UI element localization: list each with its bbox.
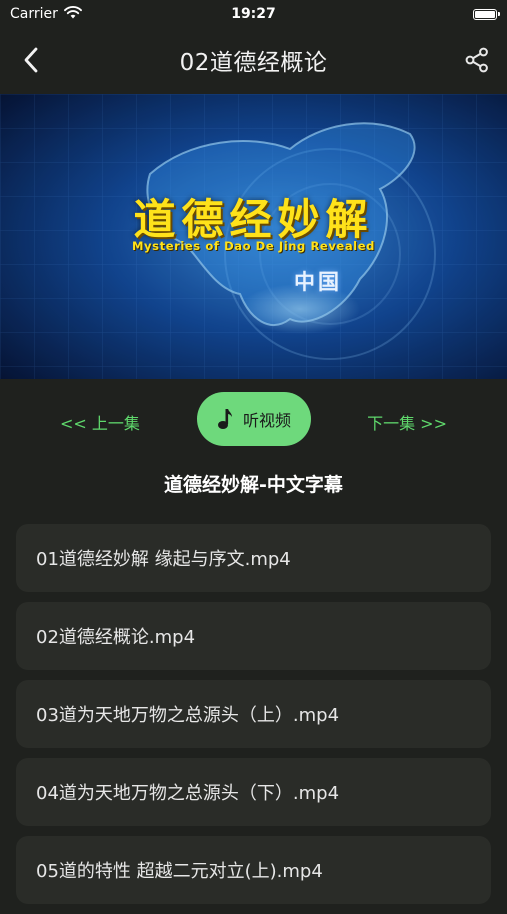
list-item[interactable]: 01道德经妙解 缘起与序文.mp4: [16, 524, 491, 592]
wifi-icon: [63, 5, 82, 23]
list-item[interactable]: 02道德经概论.mp4: [16, 602, 491, 670]
video-title-overlay: 道德经妙解: [133, 195, 374, 244]
video-subtitle-overlay: Mysteries of Dao De Jing Revealed: [132, 239, 375, 253]
episode-list: 01道德经妙解 缘起与序文.mp4 02道德经概论.mp4 03道为天地万物之总…: [16, 524, 491, 914]
next-episode-button[interactable]: 下一集 >>: [367, 410, 447, 434]
carrier-label: Carrier: [10, 6, 58, 22]
episode-label: 05道的特性 超越二元对立(上).mp4: [36, 861, 323, 882]
list-item[interactable]: 05道的特性 超越二元对立(上).mp4: [16, 836, 491, 904]
nav-bar: 02道德经概论: [0, 28, 507, 92]
video-country-overlay: 中国: [294, 270, 342, 294]
list-item[interactable]: 04道为天地万物之总源头（下）.mp4: [16, 758, 491, 826]
section-title: 道德经妙解-中文字幕: [164, 474, 343, 496]
playback-controls: << 上一集 听视频 下一集 >>: [0, 392, 507, 448]
video-player[interactable]: 道德经妙解 Mysteries of Dao De Jing Revealed …: [0, 94, 507, 379]
page-title: 02道德经概论: [179, 50, 328, 76]
episode-label: 01道德经妙解 缘起与序文.mp4: [36, 549, 291, 570]
listen-video-label: 听视频: [242, 411, 291, 430]
back-button[interactable]: [14, 42, 48, 78]
list-item[interactable]: 03道为天地万物之总源头（上）.mp4: [16, 680, 491, 748]
status-bar: Carrier 19:27: [0, 0, 507, 28]
listen-video-button[interactable]: 听视频: [197, 392, 311, 446]
chevron-left-icon: [24, 47, 38, 73]
share-icon: [465, 47, 488, 73]
share-button[interactable]: [459, 42, 495, 78]
music-note-icon: [217, 409, 232, 429]
previous-episode-button[interactable]: << 上一集: [60, 410, 140, 434]
battery-icon: [473, 8, 500, 20]
status-left: Carrier: [10, 5, 82, 23]
episode-label: 02道德经概论.mp4: [36, 627, 196, 648]
episode-label: 04道为天地万物之总源头（下）.mp4: [36, 783, 340, 804]
episode-label: 03道为天地万物之总源头（上）.mp4: [36, 705, 340, 726]
